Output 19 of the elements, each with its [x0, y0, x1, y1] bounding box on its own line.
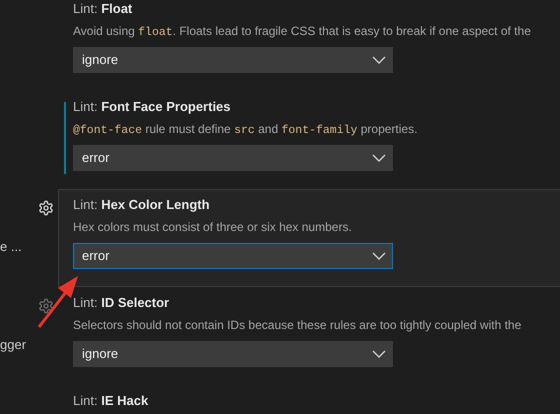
chevron-down-icon: [372, 252, 386, 260]
setting-title: Lint: Font Face Properties: [73, 99, 232, 115]
sidebar-item[interactable]: gger: [0, 335, 26, 354]
select-dropdown[interactable]: ignore: [73, 341, 393, 367]
select-dropdown[interactable]: error: [73, 243, 393, 269]
setting-title: Lint: IE Hack: [73, 393, 150, 409]
setting-title: Lint: Hex Color Length: [73, 197, 211, 213]
chevron-down-icon: [372, 154, 386, 162]
sidebar-item[interactable]: e ...: [0, 237, 22, 256]
chevron-down-icon: [372, 56, 386, 64]
setting-title: Lint: Float: [73, 1, 134, 17]
setting-description: Hex colors must consist of three or six hex numbers.: [73, 219, 353, 236]
setting-title: Lint: ID Selector: [73, 295, 170, 311]
select-dropdown[interactable]: error: [73, 145, 393, 171]
setting-description: Avoid using float. Floats lead to fragile CSS that is easy to break if one aspect of the: [73, 23, 532, 41]
setting-description: @font-face rule must define src and font-family properties.: [73, 121, 418, 139]
select-dropdown[interactable]: ignore: [73, 47, 393, 73]
setting-description: Selectors should not contain IDs because these rules are too tightly coupled with the: [73, 317, 522, 334]
chevron-down-icon: [372, 350, 386, 358]
